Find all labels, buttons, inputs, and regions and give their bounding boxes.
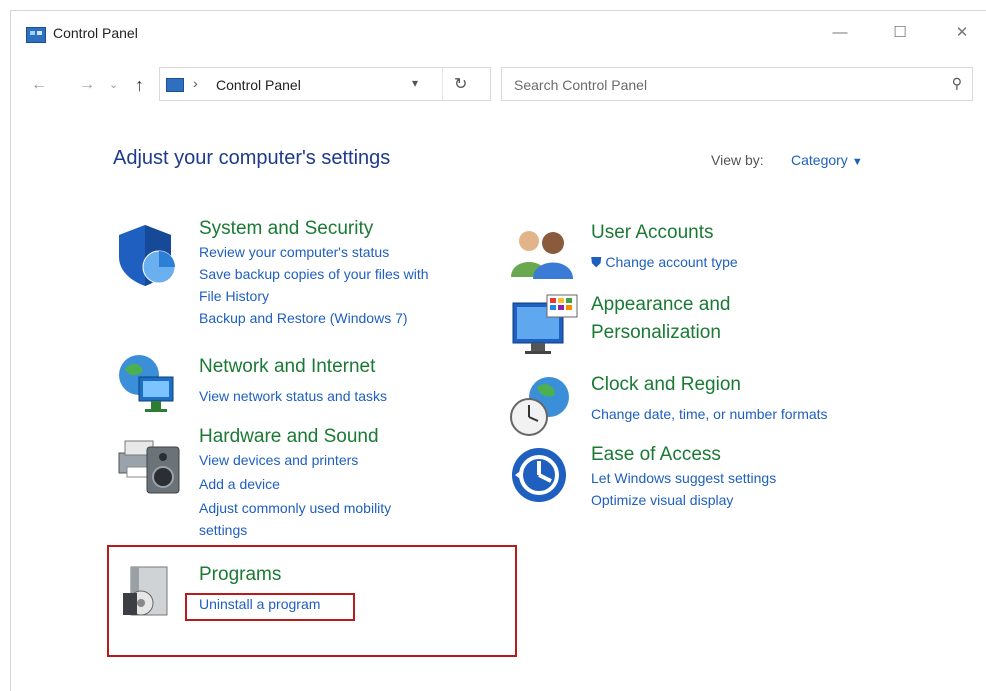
uac-shield-icon: ⛊ (591, 254, 602, 270)
category-title-personalization[interactable]: Personalization (591, 321, 730, 345)
link-mobility-settings[interactable]: Adjust commonly used mobility (199, 497, 391, 519)
category-title-user-accounts[interactable]: User Accounts (591, 221, 738, 245)
link-optimize-display[interactable]: Optimize visual display (591, 489, 776, 511)
uninstall-highlight-box (185, 593, 355, 621)
window-title: Control Panel (53, 25, 138, 41)
category-title-network-internet[interactable]: Network and Internet (199, 355, 387, 379)
monitor-palette-icon[interactable] (509, 293, 581, 357)
search-icon[interactable]: ⚲ (952, 75, 962, 92)
category-title-hardware-sound[interactable]: Hardware and Sound (199, 425, 391, 449)
link-file-history[interactable]: File History (199, 285, 429, 307)
forward-arrow-icon[interactable]: → (79, 75, 95, 95)
shield-pie-icon[interactable] (115, 223, 181, 287)
minimize-icon[interactable]: — (827, 21, 853, 45)
search-box[interactable]: ⚲ (501, 67, 973, 101)
up-arrow-icon[interactable]: ↑ (135, 75, 144, 95)
link-devices-printers[interactable]: View devices and printers (199, 449, 391, 471)
ease-of-access-icon[interactable] (509, 445, 569, 505)
category-user-accounts: User Accounts ⛊ Change account type (591, 221, 738, 273)
address-bar[interactable]: › Control Panel ▾ ↻ (159, 67, 491, 101)
control-panel-icon (26, 27, 46, 43)
category-title-ease-of-access[interactable]: Ease of Access (591, 443, 776, 467)
address-path[interactable]: Control Panel (216, 77, 301, 93)
control-panel-small-icon (166, 78, 184, 92)
category-title-clock-region[interactable]: Clock and Region (591, 373, 828, 397)
link-change-date-time[interactable]: Change date, time, or number formats (591, 403, 828, 425)
close-icon[interactable]: ✕ (949, 21, 975, 45)
category-appearance: Appearance and Personalization (591, 293, 730, 345)
category-title-appearance[interactable]: Appearance and (591, 293, 730, 317)
category-clock-region: Clock and Region Change date, time, or n… (591, 373, 828, 425)
network-globe-icon[interactable] (115, 351, 185, 415)
refresh-icon[interactable]: ↻ (454, 74, 467, 94)
category-hardware-sound: Hardware and Sound View devices and prin… (199, 425, 391, 541)
view-by-dropdown[interactable]: Category ▼ (791, 152, 863, 168)
category-title-system-security[interactable]: System and Security (199, 217, 429, 241)
category-network-internet: Network and Internet View network status… (199, 355, 387, 407)
control-panel-window: Control Panel — ☐ ✕ ← → ⌄ ↑ › Control Pa… (10, 10, 986, 691)
link-review-status[interactable]: Review your computer's status (199, 241, 429, 263)
breadcrumb-separator-icon: › (193, 75, 198, 91)
recent-locations-icon[interactable]: ⌄ (109, 75, 118, 95)
category-system-security: System and Security Review your computer… (199, 217, 429, 329)
category-ease-of-access: Ease of Access Let Windows suggest setti… (591, 443, 776, 511)
clock-globe-icon[interactable] (507, 373, 577, 439)
link-change-account-type[interactable]: ⛊ Change account type (591, 251, 738, 273)
link-network-status[interactable]: View network status and tasks (199, 385, 387, 407)
user-accounts-icon[interactable] (507, 225, 577, 279)
link-save-backup[interactable]: Save backup copies of your files with (199, 263, 429, 285)
printer-speaker-icon[interactable] (115, 423, 185, 497)
page-title: Adjust your computer's settings (113, 147, 391, 169)
search-input[interactable] (512, 74, 916, 96)
maximize-icon[interactable]: ☐ (887, 21, 913, 45)
link-add-device[interactable]: Add a device (199, 473, 391, 495)
link-suggest-settings[interactable]: Let Windows suggest settings (591, 467, 776, 489)
link-mobility-settings-cont[interactable]: settings (199, 519, 391, 541)
address-dropdown-icon[interactable]: ▾ (412, 76, 418, 90)
title-bar: Control Panel — ☐ ✕ (11, 11, 986, 55)
dropdown-arrow-icon[interactable]: ▼ (852, 156, 863, 168)
view-by-value[interactable]: Category (791, 152, 848, 168)
view-by-label: View by: (711, 152, 764, 168)
link-backup-restore[interactable]: Backup and Restore (Windows 7) (199, 307, 429, 329)
address-divider (442, 68, 443, 100)
back-arrow-icon[interactable]: ← (31, 75, 47, 95)
